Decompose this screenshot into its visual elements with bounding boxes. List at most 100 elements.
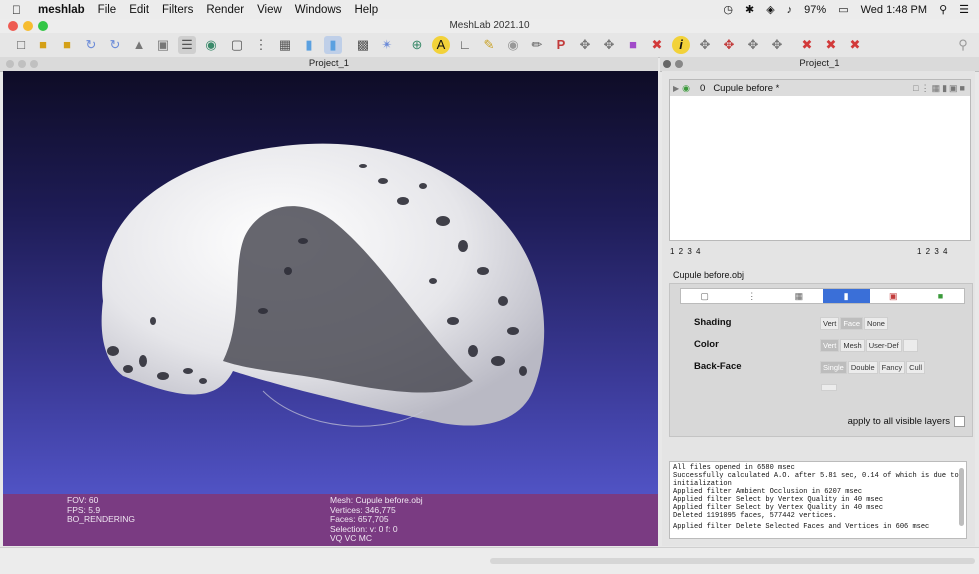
toolbar: □ ■ ■ ↻ ↻ ▲ ▣ ☰ ◉ ▢ ⋮ ▦ ▮ ▮ ▩ ✴ ⊕ A ∟ ✎ … <box>0 33 979 58</box>
menu-render[interactable]: Render <box>206 4 244 16</box>
layer-list[interactable]: ▶ ◉ 0 Cupule before * □⋮▦▮▣■ <box>669 79 971 241</box>
render-settings: ▢ ⋮ ▦ ▮ ▣ ■ Shading Vert Face None Color… <box>669 283 973 437</box>
reset-view-icon[interactable]: ◉ <box>202 36 220 54</box>
zoom-window-button[interactable] <box>38 21 48 31</box>
apple-icon[interactable]:  <box>12 3 26 17</box>
delete-select-icon[interactable]: ✖ <box>648 36 666 54</box>
color-swatch-button[interactable] <box>902 339 918 352</box>
backface-cull-button[interactable]: Cull <box>906 361 925 374</box>
color-userdef-button[interactable]: User-Def <box>865 339 902 352</box>
menu-app[interactable]: meshlab <box>38 4 85 16</box>
close-window-button[interactable] <box>8 21 18 31</box>
backface-options: Single Double Fancy Cull <box>820 361 926 374</box>
visibility-eye-icon[interactable]: ◉ <box>682 83 690 94</box>
select-region-icon[interactable]: ✥ <box>768 36 786 54</box>
shading-label: Shading <box>694 317 732 328</box>
open-project-icon[interactable]: ■ <box>34 36 52 54</box>
info-icon[interactable]: i <box>672 36 690 54</box>
delete-vertices-icon[interactable]: ✖ <box>798 36 816 54</box>
menu-view[interactable]: View <box>257 4 282 16</box>
search-icon[interactable]: ⚲ <box>939 3 947 16</box>
tab-points-icon[interactable]: ⋮ <box>728 289 775 303</box>
time-machine-icon[interactable]: ◷ <box>723 3 733 16</box>
bbox-icon[interactable]: ▢ <box>228 36 246 54</box>
extra-option-button[interactable] <box>821 384 837 391</box>
color-select-icon[interactable]: ■ <box>624 36 642 54</box>
pick-points-icon[interactable]: P <box>552 36 570 54</box>
export-mesh-icon[interactable]: ▲ <box>130 36 148 54</box>
menu-edit[interactable]: Edit <box>129 4 149 16</box>
points-icon[interactable]: ⋮ <box>252 36 270 54</box>
menu-help[interactable]: Help <box>354 4 378 16</box>
apply-all-checkbox[interactable] <box>954 416 965 427</box>
close-panel-button[interactable] <box>663 60 671 68</box>
shading-vert-button[interactable]: Vert <box>820 317 840 330</box>
reload-all-icon[interactable]: ↻ <box>106 36 124 54</box>
object-label: Cupule before.obj <box>673 270 745 280</box>
annotate-icon[interactable]: A <box>432 36 450 54</box>
backface-double-button[interactable]: Double <box>847 361 878 374</box>
smooth-shading-icon[interactable]: ▮ <box>324 36 342 54</box>
backface-fancy-button[interactable]: Fancy <box>878 361 906 374</box>
minimize-window-button[interactable] <box>23 21 33 31</box>
horizontal-scrollbar[interactable] <box>490 558 975 564</box>
menu-file[interactable]: File <box>98 4 117 16</box>
float-panel-button[interactable] <box>675 60 683 68</box>
wifi-icon[interactable]: ◈ <box>766 3 774 16</box>
log-line: Deleted 1191095 faces, 577442 vertices. <box>673 512 837 520</box>
log-console[interactable]: All files opened in 6580 msec Successful… <box>669 461 967 539</box>
reload-icon[interactable]: ↻ <box>82 36 100 54</box>
tab-texture-icon[interactable]: ▣ <box>870 289 917 303</box>
layer-row[interactable]: ▶ ◉ 0 Cupule before * □⋮▦▮▣■ <box>670 80 970 96</box>
menu-filters[interactable]: Filters <box>162 4 193 16</box>
bluetooth-icon[interactable]: ✱ <box>745 3 754 16</box>
layer-name[interactable]: Cupule before * <box>713 83 779 94</box>
paint-icon[interactable]: ✎ <box>480 36 498 54</box>
volume-icon[interactable]: ♪ <box>787 4 793 16</box>
camera-icon[interactable]: ◉ <box>504 36 522 54</box>
shading-none-button[interactable]: None <box>864 317 888 330</box>
viewer-info-bar: FOV: 60 FPS: 5.9 BO_RENDERING Mesh: Cupu… <box>3 494 658 546</box>
measure-icon[interactable]: ∟ <box>456 36 474 54</box>
battery-icon[interactable]: ▭ <box>838 3 848 16</box>
texture-icon[interactable]: ▩ <box>354 36 372 54</box>
brush-icon[interactable]: ✏ <box>528 36 546 54</box>
select-connected-icon[interactable]: ✥ <box>720 36 738 54</box>
manipulator-icon[interactable]: ⊕ <box>408 36 426 54</box>
panel-header: Project_1 <box>660 57 979 72</box>
apply-all-row: apply to all visible layers <box>848 416 965 427</box>
delete-faces-icon[interactable]: ✖ <box>822 36 840 54</box>
flat-shading-icon[interactable]: ▮ <box>300 36 318 54</box>
select-vertices-icon[interactable]: ✥ <box>600 36 618 54</box>
menu-windows[interactable]: Windows <box>295 4 342 16</box>
3d-viewport[interactable]: FOV: 60 FPS: 5.9 BO_RENDERING Mesh: Cupu… <box>3 71 658 546</box>
decorator-numbers-right[interactable]: 1 2 3 4 <box>917 247 948 256</box>
tab-solid-icon[interactable]: ▮ <box>822 289 870 303</box>
light-icon[interactable]: ✴ <box>378 36 396 54</box>
battery-level[interactable]: 97% <box>804 4 826 16</box>
layer-render-icons[interactable]: □⋮▦▮▣■ <box>913 83 967 94</box>
expand-arrow-icon[interactable]: ▶ <box>673 84 679 93</box>
new-project-icon[interactable]: □ <box>12 36 30 54</box>
search-toolbar-icon[interactable]: ⚲ <box>954 36 972 54</box>
wireframe-icon[interactable]: ▦ <box>276 36 294 54</box>
clock[interactable]: Wed 1:48 PM <box>861 4 927 16</box>
tab-options-icon[interactable]: ■ <box>917 289 964 303</box>
log-scrollbar[interactable] <box>959 468 964 526</box>
shading-face-button[interactable]: Face <box>840 317 864 330</box>
select-vertex-icon[interactable]: ✥ <box>744 36 762 54</box>
shading-options: Vert Face None <box>820 317 889 330</box>
snapshot-icon[interactable]: ▣ <box>154 36 172 54</box>
delete-faces-vertices-icon[interactable]: ✖ <box>846 36 864 54</box>
color-vert-button[interactable]: Vert <box>820 339 840 352</box>
decorator-numbers-left[interactable]: 1 2 3 4 <box>670 247 701 256</box>
color-mesh-button[interactable]: Mesh <box>840 339 865 352</box>
select-faces-icon[interactable]: ✥ <box>696 36 714 54</box>
control-center-icon[interactable]: ☰ <box>959 3 969 16</box>
backface-single-button[interactable]: Single <box>820 361 847 374</box>
tab-wireframe-icon[interactable]: ▦ <box>775 289 822 303</box>
tab-bbox-icon[interactable]: ▢ <box>681 289 728 303</box>
layers-icon[interactable]: ☰ <box>178 36 196 54</box>
align-icon[interactable]: ✥ <box>576 36 594 54</box>
import-mesh-icon[interactable]: ■ <box>58 36 76 54</box>
